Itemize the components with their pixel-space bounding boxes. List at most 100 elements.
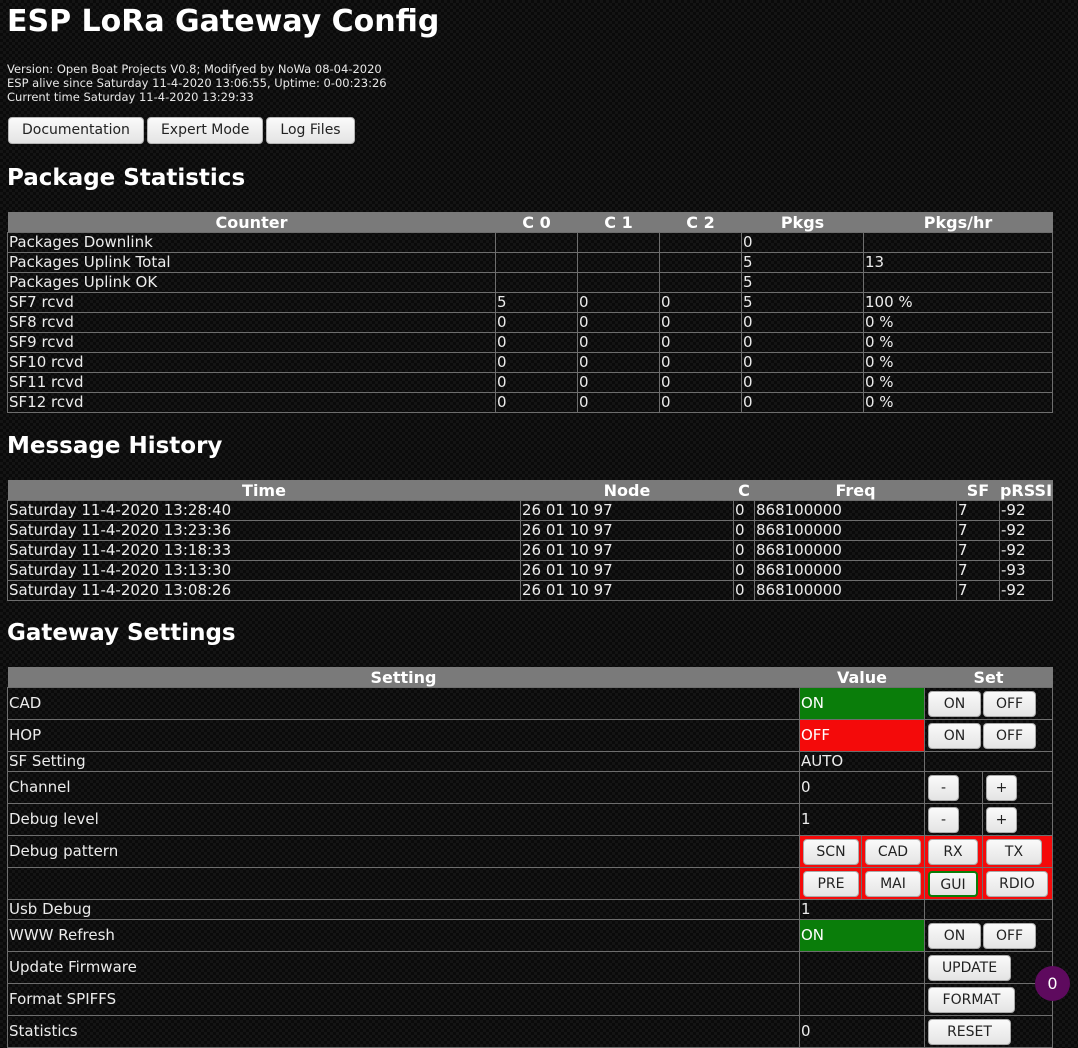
hop-on-button[interactable]: ON — [928, 722, 981, 749]
set-header: Set — [924, 667, 1053, 688]
hop-off-button[interactable]: OFF — [983, 722, 1036, 749]
table-cell: 0 — [733, 560, 755, 581]
table-cell — [863, 272, 1053, 293]
table-cell: 0 — [741, 352, 864, 373]
table-cell: Packages Downlink — [7, 232, 496, 253]
www-refresh-off-button[interactable]: OFF — [983, 922, 1036, 949]
setting-label: Debug pattern — [7, 835, 800, 868]
debug-level-plus-button[interactable]: + — [986, 806, 1017, 833]
setting-label: HOP — [7, 719, 800, 752]
table-cell: 0 — [577, 372, 660, 393]
setting-row-sf: SF Setting AUTO — [7, 751, 1053, 772]
alive-text: ESP alive since Saturday 11-4-2020 13:06… — [7, 76, 387, 90]
table-cell: 7 — [956, 580, 1000, 601]
www-refresh-value: ON — [799, 919, 925, 952]
debug-mai-button[interactable]: MAI — [865, 870, 921, 897]
table-cell: 5 — [741, 292, 864, 313]
table-cell — [495, 232, 578, 253]
column-header: Pkgs/hr — [863, 212, 1053, 233]
page-title: ESP LoRa Gateway Config — [7, 4, 440, 39]
table-cell: Saturday 11-4-2020 13:18:33 — [7, 540, 521, 561]
table-cell: 868100000 — [754, 560, 957, 581]
setting-row-www-refresh: WWW Refresh ON ON OFF — [7, 919, 1053, 952]
table-row: SF11 rcvd 0 0 0 0 0 % — [7, 372, 1053, 393]
debug-rdio-button[interactable]: RDIO — [986, 870, 1048, 897]
setting-row-cad: CAD ON ON OFF — [7, 687, 1053, 720]
column-header: Freq — [754, 480, 957, 501]
table-cell: 0 — [733, 500, 755, 521]
format-spiffs-button[interactable]: FORMAT — [928, 986, 1015, 1013]
table-cell: 0 — [659, 312, 742, 333]
table-cell: 0 — [495, 392, 578, 413]
gateway-settings-heading: Gateway Settings — [7, 620, 236, 646]
cad-off-button[interactable]: OFF — [983, 690, 1036, 717]
table-cell — [659, 232, 742, 253]
column-header: Counter — [7, 212, 496, 233]
table-cell: Saturday 11-4-2020 13:28:40 — [7, 500, 521, 521]
table-header-row: Setting Value Set — [7, 667, 1053, 688]
setting-label: SF Setting — [7, 751, 800, 772]
table-cell: -92 — [999, 540, 1053, 561]
table-cell: SF9 rcvd — [7, 332, 496, 353]
update-firmware-button[interactable]: UPDATE — [928, 954, 1011, 981]
table-cell — [495, 252, 578, 273]
debug-rx-button[interactable]: RX — [928, 838, 978, 865]
table-cell: 0 — [577, 312, 660, 333]
table-cell — [659, 252, 742, 273]
table-row: Saturday 11-4-2020 13:23:36 26 01 10 97 0 8… — [7, 520, 1053, 541]
setting-row-hop: HOP OFF ON OFF — [7, 719, 1053, 752]
table-cell: 0 — [659, 392, 742, 413]
table-cell: 0 — [659, 332, 742, 353]
column-header: C — [733, 480, 755, 501]
documentation-button[interactable]: Documentation — [8, 117, 144, 144]
channel-minus-button[interactable]: - — [928, 774, 959, 801]
table-cell: SF8 rcvd — [7, 312, 496, 333]
table-cell — [863, 232, 1053, 253]
column-header: C 0 — [495, 212, 578, 233]
table-cell — [495, 272, 578, 293]
channel-plus-button[interactable]: + — [986, 774, 1017, 801]
table-cell: Saturday 11-4-2020 13:13:30 — [7, 560, 521, 581]
column-header: Pkgs — [741, 212, 864, 233]
sf-value: AUTO — [799, 751, 925, 772]
setting-label: Format SPIFFS — [7, 983, 800, 1016]
table-cell: SF12 rcvd — [7, 392, 496, 413]
log-files-button[interactable]: Log Files — [266, 117, 355, 144]
value-header: Value — [799, 667, 925, 688]
package-statistics-heading: Package Statistics — [7, 165, 246, 191]
expert-mode-button[interactable]: Expert Mode — [146, 117, 264, 144]
setting-label: WWW Refresh — [7, 919, 800, 952]
www-refresh-on-button[interactable]: ON — [928, 922, 981, 949]
table-cell — [577, 272, 660, 293]
debug-gui-button[interactable]: GUI — [928, 870, 978, 897]
table-cell: 0 — [577, 332, 660, 353]
column-header: pRSSI — [999, 480, 1053, 501]
table-cell: Saturday 11-4-2020 13:08:26 — [7, 580, 521, 601]
table-cell: 868100000 — [754, 580, 957, 601]
table-row: Saturday 11-4-2020 13:13:30 26 01 10 97 0 8… — [7, 560, 1053, 581]
table-row: Saturday 11-4-2020 13:08:26 26 01 10 97 0 8… — [7, 580, 1053, 601]
debug-level-minus-button[interactable]: - — [928, 806, 959, 833]
gateway-settings-table: Setting Value Set CAD ON ON OFF HOP OFF O… — [7, 667, 1053, 1048]
table-row: Saturday 11-4-2020 13:28:40 26 01 10 97 0 8… — [7, 500, 1053, 521]
table-cell: 0 — [733, 580, 755, 601]
notification-badge[interactable]: 0 — [1035, 966, 1070, 1001]
table-cell: 868100000 — [754, 540, 957, 561]
setting-header: Setting — [7, 667, 800, 688]
table-row: Packages Uplink OK 5 — [7, 272, 1053, 293]
table-row: SF9 rcvd 0 0 0 0 0 % — [7, 332, 1053, 353]
table-cell: -92 — [999, 580, 1053, 601]
debug-scn-button[interactable]: SCN — [803, 838, 859, 865]
table-cell: Packages Uplink Total — [7, 252, 496, 273]
table-cell: 0 — [733, 520, 755, 541]
channel-value: 0 — [799, 771, 925, 804]
debug-tx-button[interactable]: TX — [986, 838, 1042, 865]
package-statistics-table: Counter C 0C 1C 2 Pkgs Pkgs/hr Packages Dow… — [7, 212, 1053, 413]
usb-debug-value: 1 — [799, 899, 925, 920]
message-history-table: Time Node C Freq SF pRSSI Saturday 11-4-2020 … — [7, 480, 1053, 601]
cad-on-button[interactable]: ON — [928, 690, 981, 717]
debug-cad-button[interactable]: CAD — [865, 838, 921, 865]
debug-pre-button[interactable]: PRE — [803, 870, 859, 897]
table-cell: 0 — [577, 292, 660, 313]
debug-level-value: 1 — [799, 803, 925, 836]
